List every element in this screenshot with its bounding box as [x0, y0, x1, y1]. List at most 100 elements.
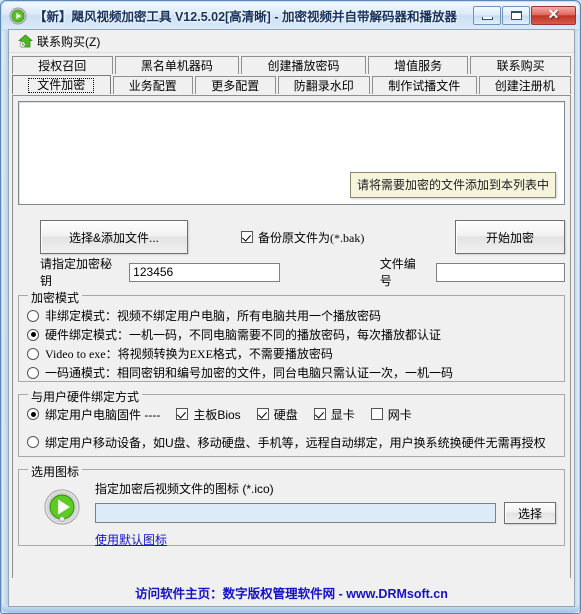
- checkbox-icon: [241, 231, 253, 243]
- tab-row-top: 授权召回 黑名单机器码 创建播放密码 增值服务 联系购买: [12, 55, 571, 74]
- radio-bind-mobile-device[interactable]: 绑定用户移动设备，如U盘、移动硬盘、手机等，远程自动绑定，用户换系统换硬件无需再…: [27, 432, 556, 452]
- icon-path-row: 选择: [95, 502, 556, 524]
- radio-mode-one-code-pass[interactable]: 一码通模式：相同密钥和编号加密的文件，同台电脑只需认证一次，一机一码: [27, 363, 556, 382]
- tab-label: 创建注册机: [494, 79, 555, 93]
- close-button[interactable]: ✕: [531, 6, 576, 25]
- tab-page-file-encryption: 请将需要加密的文件添加到本列表中 选择&添加文件... 备份原文件为(*.bak…: [12, 95, 571, 580]
- client-area: 联系购买(Z) 授权召回 黑名单机器码 创建播放密码 增值服务 联系购买 文件加…: [8, 29, 575, 607]
- checkbox-network-card[interactable]: 网卡: [370, 406, 412, 423]
- title-bar[interactable]: 【新】飓风视频加密工具 V12.5.02[高清晰] - 加密视频并自带解码器和播…: [2, 2, 579, 29]
- tab-label: 制作试播文件: [388, 79, 461, 93]
- tab-value-added-service[interactable]: 增值服务: [367, 56, 469, 74]
- tab-anti-record-watermark[interactable]: 防翻录水印: [277, 76, 370, 94]
- radio-icon: [27, 328, 39, 341]
- checkbox-label: 主板Bios: [193, 407, 241, 422]
- tab-create-play-password[interactable]: 创建播放密码: [241, 56, 366, 74]
- radio-label: 一码通模式：相同密钥和编号加密的文件，同台电脑只需认证一次，一机一码: [45, 366, 454, 380]
- file-list-tooltip: 请将需要加密的文件添加到本列表中: [349, 172, 556, 198]
- add-files-label: 选择&添加文件...: [68, 230, 159, 245]
- radio-icon: [27, 408, 39, 420]
- checkbox-icon: [256, 408, 269, 420]
- tab-make-trial-file[interactable]: 制作试播文件: [372, 76, 477, 94]
- radio-label: 绑定用户移动设备，如U盘、移动硬盘、手机等，远程自动绑定，用户换系统换硬件无需再…: [45, 435, 546, 450]
- tab-label: 联系购买: [496, 59, 545, 73]
- tab-contact-purchase[interactable]: 联系购买: [470, 56, 571, 74]
- tab-create-keygen[interactable]: 创建注册机: [478, 76, 571, 94]
- green-play-disc-icon: [41, 486, 83, 528]
- radio-icon: [27, 309, 39, 322]
- radio-label: 非绑定模式：视频不绑定用户电脑，所有电脑共用一个播放密码: [45, 309, 382, 323]
- checkbox-label: 硬盘: [273, 407, 298, 422]
- select-icon-button[interactable]: 选择: [504, 502, 556, 524]
- checkbox-icon: [313, 408, 326, 420]
- checkbox-label: 显卡: [330, 407, 355, 422]
- radio-label: 绑定用户电脑固件 ----: [45, 407, 161, 422]
- maximize-icon: [510, 11, 522, 20]
- encryption-mode-title: 加密模式: [28, 289, 83, 306]
- tab-label: 防翻录水印: [293, 79, 354, 93]
- green-house-icon: [18, 34, 33, 48]
- encryption-key-input[interactable]: 123456: [129, 262, 280, 282]
- key-row: 请指定加密秘钥 123456 文件编号: [18, 257, 566, 288]
- close-icon: ✕: [547, 7, 560, 23]
- action-row: 选择&添加文件... 备份原文件为(*.bak) 开始加密: [18, 219, 565, 255]
- tab-more-config[interactable]: 更多配置: [195, 76, 276, 94]
- icon-selection-group: 选用图标 指定加密后视频文件的图标 (*.ico) 选择 使用默认图标: [18, 463, 565, 548]
- radio-icon: [27, 347, 39, 360]
- checkbox-motherboard-bios[interactable]: 主板Bios: [176, 406, 241, 423]
- radio-mode-non-binding[interactable]: 非绑定模式：视频不绑定用户电脑，所有电脑共用一个播放密码: [27, 306, 556, 325]
- application-window: 【新】飓风视频加密工具 V12.5.02[高清晰] - 加密视频并自带解码器和播…: [0, 0, 581, 614]
- file-list[interactable]: 请将需要加密的文件添加到本列表中: [18, 101, 565, 205]
- maximize-button[interactable]: [502, 6, 530, 25]
- encryption-key-label: 请指定加密秘钥: [40, 257, 113, 288]
- minimize-icon: [481, 16, 493, 20]
- start-encryption-label: 开始加密: [485, 230, 534, 245]
- radio-bind-computer-firmware[interactable]: 绑定用户电脑固件 ---- 主板Bios 硬盘 显卡 网卡: [27, 404, 556, 424]
- tab-business-config[interactable]: 业务配置: [112, 76, 193, 94]
- tab-label: 文件加密: [28, 77, 95, 93]
- tab-row-bottom: 文件加密 业务配置 更多配置 防翻录水印 制作试播文件 创建注册机: [12, 75, 571, 94]
- icon-path-input[interactable]: [95, 503, 496, 523]
- start-encryption-button[interactable]: 开始加密: [455, 220, 565, 254]
- tab-label: 授权召回: [38, 59, 87, 73]
- add-files-button[interactable]: 选择&添加文件...: [40, 220, 188, 254]
- tab-blacklist-machine-code[interactable]: 黑名单机器码: [114, 56, 240, 74]
- checkbox-graphics-card[interactable]: 显卡: [313, 406, 355, 423]
- window-controls: ✕: [472, 6, 576, 25]
- backup-original-checkbox[interactable]: 备份原文件为(*.bak): [241, 229, 364, 246]
- hardware-binding-title: 与用户硬件绑定方式: [28, 388, 143, 405]
- radio-icon: [27, 366, 39, 379]
- file-number-label: 文件编号: [379, 257, 416, 288]
- menu-item-contact-purchase[interactable]: 联系购买(Z): [14, 32, 104, 50]
- icon-path-caption: 指定加密后视频文件的图标 (*.ico): [95, 482, 274, 496]
- icon-selection-title: 选用图标: [28, 463, 83, 480]
- tab-label: 黑名单机器码: [140, 59, 213, 73]
- minimize-button[interactable]: [473, 6, 501, 25]
- select-icon-label: 选择: [517, 506, 542, 521]
- icon-group-body: 指定加密后视频文件的图标 (*.ico) 选择 使用默认图标: [27, 478, 556, 548]
- app-icon: [9, 7, 27, 25]
- tab-label: 增值服务: [394, 59, 443, 73]
- backup-original-label: 备份原文件为(*.bak): [258, 230, 365, 245]
- file-number-input[interactable]: [436, 262, 566, 282]
- tab-file-encryption[interactable]: 文件加密: [12, 75, 111, 94]
- icon-settings-column: 指定加密后视频文件的图标 (*.ico) 选择 使用默认图标: [95, 480, 556, 548]
- use-default-icon-link[interactable]: 使用默认图标: [95, 531, 167, 548]
- radio-mode-hardware-binding[interactable]: 硬件绑定模式：一机一码，不同电脑需要不同的播放密码，每次播放都认证: [27, 325, 556, 344]
- checkbox-hard-disk[interactable]: 硬盘: [256, 406, 298, 423]
- tab-label: 更多配置: [211, 79, 260, 93]
- checkbox-label: 网卡: [387, 407, 412, 422]
- tab-authorization-recall[interactable]: 授权召回: [12, 56, 113, 74]
- footer-bar: 访问软件主页：数字版权管理软件网 - www.DRMsoft.cn: [9, 578, 574, 606]
- tab-label: 创建播放密码: [267, 59, 340, 73]
- radio-mode-video-to-exe[interactable]: Video to exe：将视频转换为EXE格式，不需要播放密码: [27, 344, 556, 363]
- tab-strip: 授权召回 黑名单机器码 创建播放密码 增值服务 联系购买 文件加密 业务配置 更…: [12, 55, 571, 95]
- radio-label: 硬件绑定模式：一机一码，不同电脑需要不同的播放密码，每次播放都认证: [45, 328, 442, 342]
- radio-label: Video to exe：将视频转换为EXE格式，不需要播放密码: [45, 347, 333, 361]
- radio-icon: [27, 436, 39, 448]
- checkbox-icon: [176, 408, 189, 420]
- encryption-mode-group: 加密模式 非绑定模式：视频不绑定用户电脑，所有电脑共用一个播放密码 硬件绑定模式…: [18, 289, 565, 382]
- homepage-link[interactable]: 访问软件主页：数字版权管理软件网 - www.DRMsoft.cn: [135, 583, 448, 602]
- window-title: 【新】飓风视频加密工具 V12.5.02[高清晰] - 加密视频并自带解码器和播…: [34, 10, 457, 24]
- menu-item-label: 联系购买(Z): [37, 34, 101, 49]
